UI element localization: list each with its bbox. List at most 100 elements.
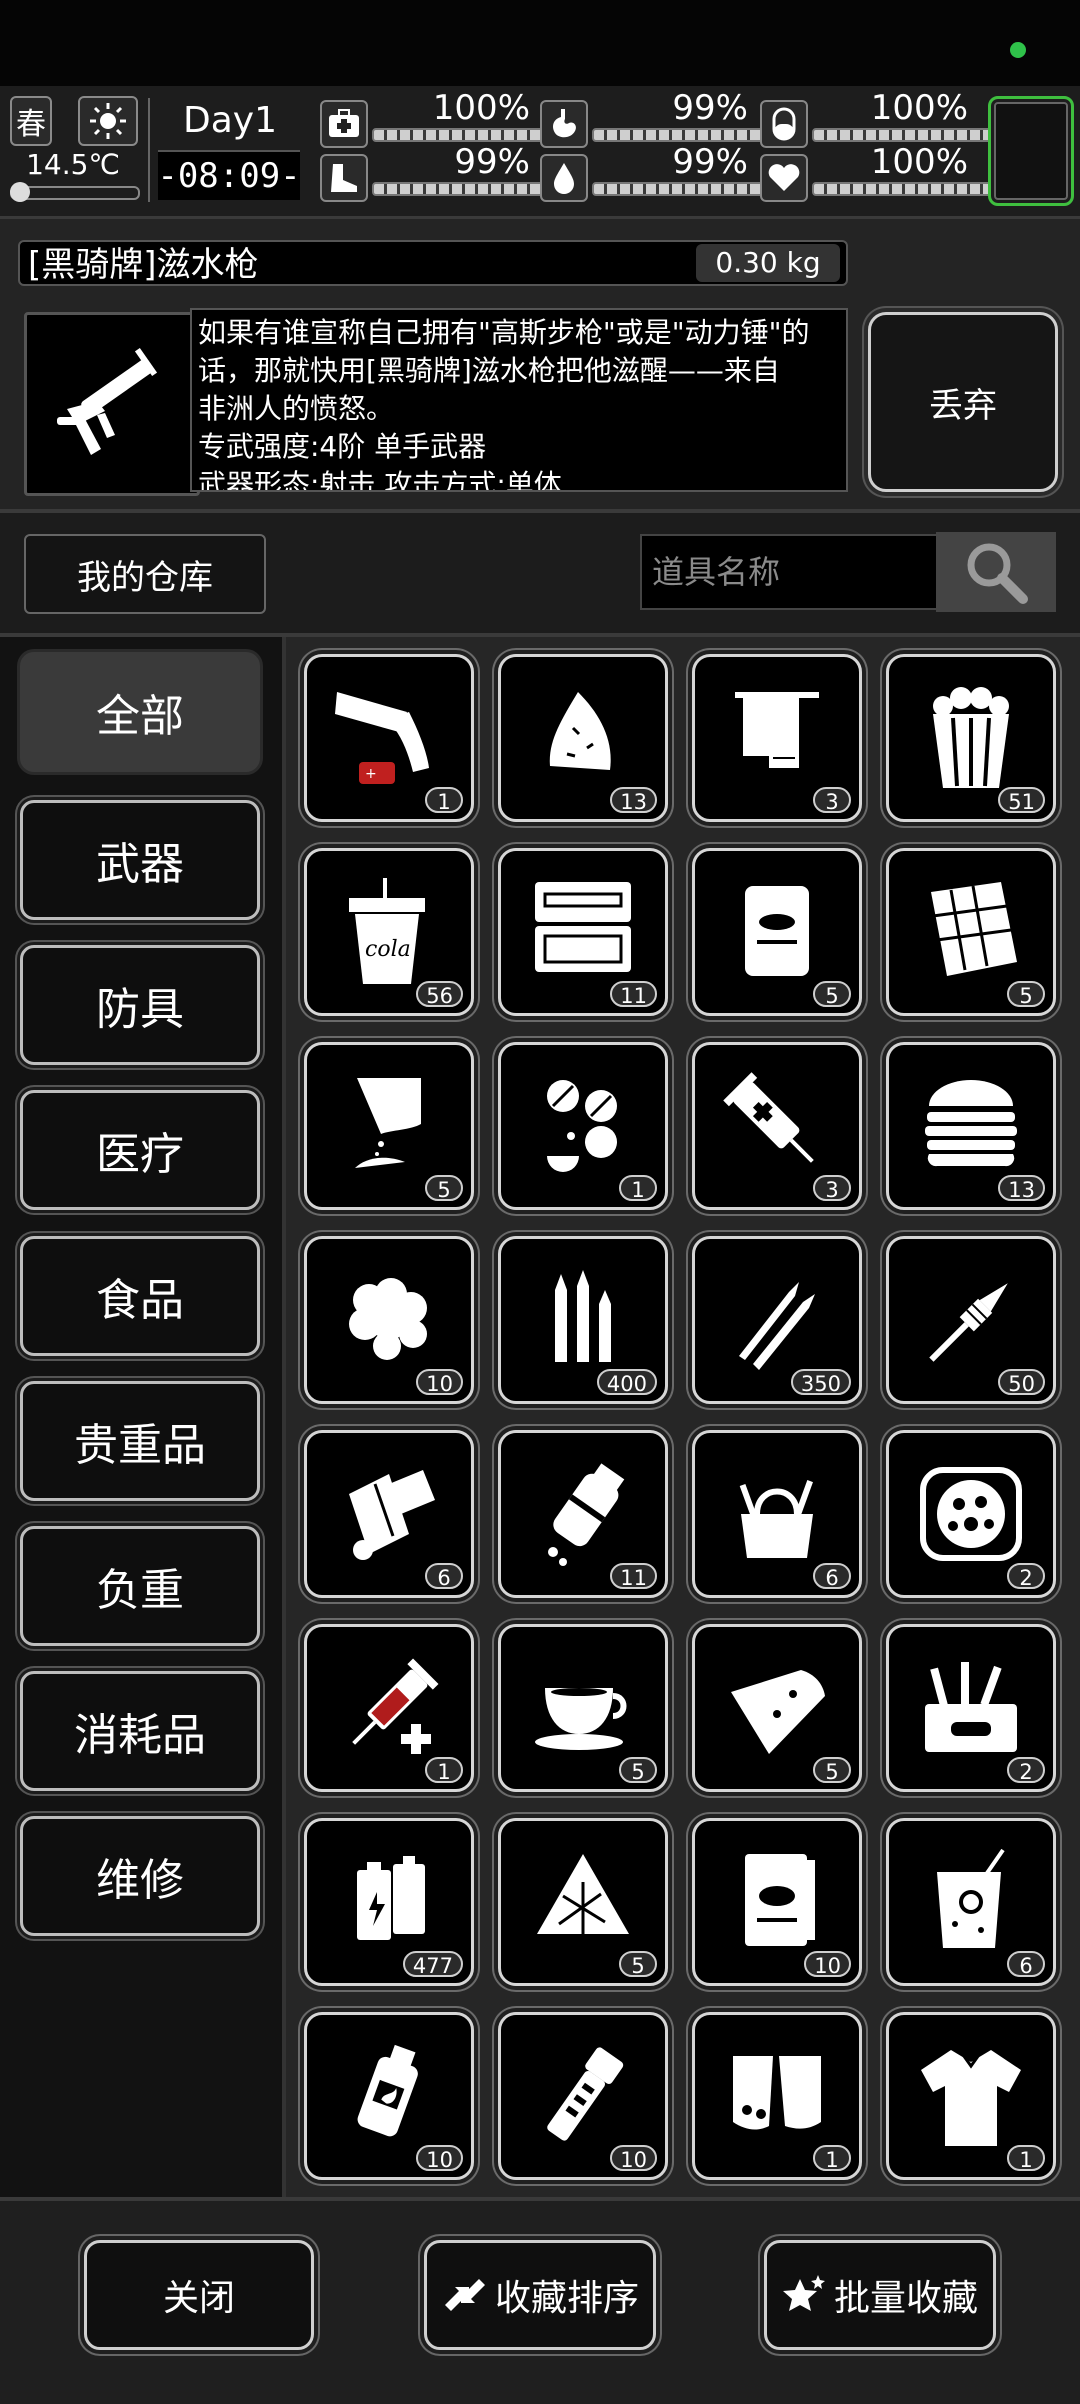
description-line: 话，那就快用[黑骑牌]滋水枪把他滋醒——来自 xyxy=(198,354,780,387)
cola-cup-icon: cola xyxy=(349,878,425,984)
season-badge: 春 xyxy=(10,96,52,146)
item-slot[interactable]: 51 xyxy=(886,654,1056,822)
flashlight-icon xyxy=(547,2047,624,2141)
item-slot[interactable]: 1 xyxy=(498,1042,668,1210)
category-armor[interactable]: 防具 xyxy=(20,945,260,1065)
burger-icon xyxy=(925,1080,1017,1167)
item-slot[interactable]: 5 xyxy=(304,1042,474,1210)
item-slot[interactable]: 3 xyxy=(692,1042,862,1210)
item-slot[interactable]: 13 xyxy=(886,1042,1056,1210)
book-icon xyxy=(745,1854,815,1946)
search-button[interactable] xyxy=(936,532,1056,612)
item-slot[interactable]: 10 xyxy=(692,1818,862,1986)
item-count: 5 xyxy=(425,1175,463,1202)
item-slot[interactable]: 5 xyxy=(886,848,1056,1016)
item-slot[interactable]: 1 xyxy=(886,2012,1056,2180)
category-valuables[interactable]: 贵重品 xyxy=(20,1381,260,1501)
item-count: 2 xyxy=(1007,1757,1045,1784)
rice-dumpling-icon xyxy=(537,1854,629,1934)
juice-glass-icon xyxy=(937,1848,1005,1948)
my-warehouse-button[interactable]: 我的仓库 xyxy=(24,534,266,614)
popcorn-icon xyxy=(933,687,1009,788)
item-slot[interactable]: 1 xyxy=(692,2012,862,2180)
category-all[interactable]: 全部 xyxy=(20,652,260,772)
pie-slice-icon xyxy=(731,1670,825,1754)
item-slot[interactable]: 2 xyxy=(886,1624,1056,1792)
category-load[interactable]: 负重 xyxy=(20,1526,260,1646)
category-food[interactable]: 食品 xyxy=(20,1236,260,1356)
item-count: 6 xyxy=(813,1563,851,1590)
legs-bar xyxy=(372,182,566,196)
mood-bar xyxy=(812,182,1006,196)
close-button[interactable]: 关闭 xyxy=(84,2240,314,2350)
item-description: 如果有谁宣称自己拥有"高斯步枪"或是"动力锤"的 话，那就快用[黑骑牌]滋水枪把… xyxy=(190,308,848,492)
cotton-icon xyxy=(349,1278,427,1360)
category-consumables[interactable]: 消耗品 xyxy=(20,1671,260,1791)
item-slot[interactable]: 10 xyxy=(304,2012,474,2180)
divider xyxy=(148,98,150,202)
item-count: 5 xyxy=(1007,981,1045,1008)
sun-icon xyxy=(78,96,138,146)
coffee-cup-icon xyxy=(535,1688,627,1750)
toolbox-icon xyxy=(925,1662,1017,1752)
item-slot[interactable]: 50 xyxy=(886,1236,1056,1404)
item-slot[interactable]: 6 xyxy=(692,1430,862,1598)
rag-icon xyxy=(549,692,611,770)
item-slot[interactable]: 10 xyxy=(304,1236,474,1404)
bandage-icon xyxy=(349,1470,435,1560)
item-slot[interactable]: 400 xyxy=(498,1236,668,1404)
item-count: 10 xyxy=(416,2145,463,2172)
favorite-sort-label: 收藏排序 xyxy=(494,2278,639,2319)
item-slot[interactable]: 477 xyxy=(304,1818,474,1986)
item-slot[interactable]: 6 xyxy=(304,1430,474,1598)
powder-packet-icon xyxy=(355,1078,421,1168)
favorite-sort-button[interactable]: 收藏排序 xyxy=(424,2240,656,2350)
batch-favorite-button[interactable]: 批量收藏 xyxy=(764,2240,996,2350)
item-weight: 0.30 kg xyxy=(696,244,840,282)
item-slot[interactable]: + 1 xyxy=(304,654,474,822)
item-slot[interactable]: 5 xyxy=(692,848,862,1016)
equipped-slot[interactable] xyxy=(988,96,1074,206)
item-slot[interactable]: 10 xyxy=(498,2012,668,2180)
item-slot[interactable]: 350 xyxy=(692,1236,862,1404)
item-slot[interactable]: 11 xyxy=(498,848,668,1016)
item-count: 10 xyxy=(416,1369,463,1396)
description-line: 非洲人的愤怒。 xyxy=(198,392,395,425)
item-count: 400 xyxy=(596,1369,657,1396)
item-count: 11 xyxy=(610,981,657,1008)
chocolate-bar-icon xyxy=(931,882,1017,976)
bullets-icon xyxy=(739,1282,815,1370)
item-slot[interactable]: cola 56 xyxy=(304,848,474,1016)
item-slot[interactable]: 1 xyxy=(304,1624,474,1792)
item-slot[interactable]: 5 xyxy=(498,1624,668,1792)
description-line: 武器形态:射击 攻击方式:单体 xyxy=(198,468,562,492)
category-medical[interactable]: 医疗 xyxy=(20,1090,260,1210)
item-count: 13 xyxy=(610,787,657,814)
discard-button[interactable]: 丢弃 xyxy=(868,312,1058,492)
item-slot[interactable]: 5 xyxy=(498,1818,668,1986)
health-value: 100% xyxy=(432,88,530,128)
item-slot[interactable]: 5 xyxy=(692,1624,862,1792)
top-bar xyxy=(0,0,1080,86)
item-slot[interactable]: 3 xyxy=(692,654,862,822)
health-bar xyxy=(372,128,566,142)
close-button-label: 关闭 xyxy=(162,2278,235,2319)
item-count: 1 xyxy=(619,1175,657,1202)
category-repair[interactable]: 维修 xyxy=(20,1816,260,1936)
item-slot[interactable]: 13 xyxy=(498,654,668,822)
item-count: 3 xyxy=(813,1175,851,1202)
item-search-input[interactable] xyxy=(640,534,936,610)
item-count: 56 xyxy=(416,981,463,1008)
item-count: 51 xyxy=(998,787,1045,814)
category-weapons[interactable]: 武器 xyxy=(20,800,260,920)
battery-icon xyxy=(357,1856,425,1940)
item-slot[interactable]: 6 xyxy=(886,1818,1056,1986)
stamina-value: 100% xyxy=(870,88,968,128)
item-slot[interactable]: 11 xyxy=(498,1430,668,1598)
temperature-label: 14.5℃ xyxy=(26,148,120,181)
item-count: 1 xyxy=(813,2145,851,2172)
legs-value: 99% xyxy=(454,142,530,182)
item-count: 6 xyxy=(425,1563,463,1590)
item-count: 5 xyxy=(813,1757,851,1784)
item-slot[interactable]: 2 xyxy=(886,1430,1056,1598)
